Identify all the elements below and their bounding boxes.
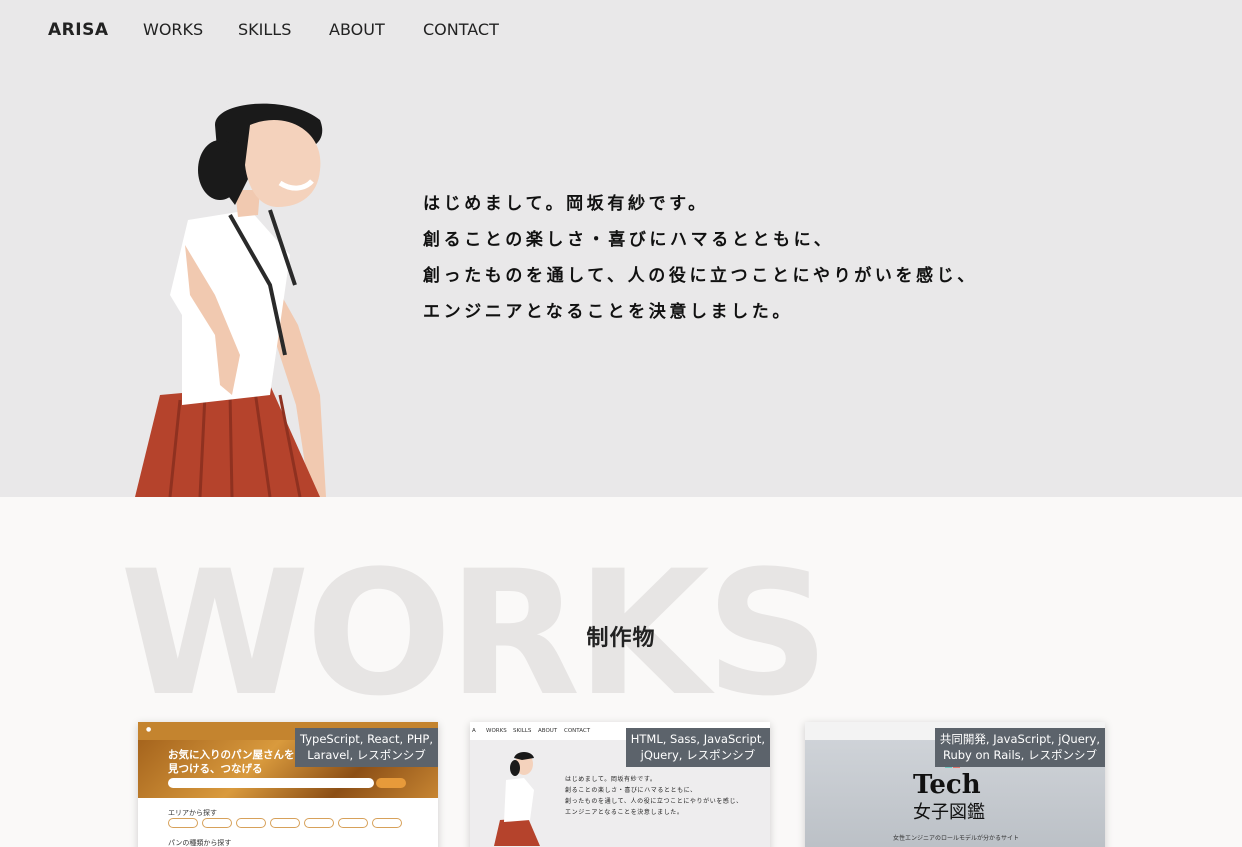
card-preview-section-area: エリアから探す bbox=[168, 809, 217, 817]
card-preview-search-button bbox=[376, 778, 406, 788]
works-title: 制作物 bbox=[586, 626, 656, 651]
work-card-bakery[interactable]: ● お気に入りのパン屋さんを 見つける、つなげる エリアから探す パンの種類から… bbox=[138, 722, 438, 847]
bread-logo-icon: ● bbox=[146, 726, 152, 733]
tech-tag-line: HTML, Sass, JavaScript, bbox=[630, 732, 765, 746]
intro-line: エンジニアとなることを決意しました。 bbox=[423, 302, 793, 322]
intro-text: はじめまして。岡坂有紗です。 創ることの楽しさ・喜びにハマるとともに、 創ったも… bbox=[423, 186, 978, 330]
profile-photo bbox=[135, 103, 326, 497]
site-header: ARISA WORKS SKILLS ABOUT CONTACT bbox=[0, 0, 1242, 60]
card-preview-area-pills bbox=[168, 818, 408, 830]
area-pill bbox=[372, 818, 402, 828]
intro-line: はじめまして。岡坂有紗です。 bbox=[423, 194, 709, 214]
card-preview-nav-item: ABOUT bbox=[538, 728, 558, 734]
card-preview-section-type: パンの種類から探す bbox=[168, 839, 232, 847]
site-logo[interactable]: ARISA bbox=[48, 20, 108, 40]
card-preview-intro-line: 創ったものを通して、人の役に立つことにやりがいを感じ、 bbox=[565, 798, 743, 805]
card-preview-headline-line: 見つける、つなげる bbox=[168, 763, 263, 775]
area-pill bbox=[270, 818, 300, 828]
card-preview-logo: Tech bbox=[913, 770, 981, 800]
nav-works-link[interactable]: WORKS bbox=[143, 20, 203, 39]
card-preview-logo-sub: 女子図鑑 bbox=[913, 802, 985, 823]
card-preview-photo bbox=[494, 752, 540, 846]
card-preview-intro-line: 創ることの楽しさ・喜びにハマるとともに、 bbox=[565, 787, 697, 794]
card-preview-intro: はじめまして。岡坂有紗です。 創ることの楽しさ・喜びにハマるとともに、 創ったも… bbox=[565, 774, 743, 818]
card-preview-search-input bbox=[168, 778, 374, 788]
card-preview-headline: お気に入りのパン屋さんを 見つける、つなげる bbox=[168, 748, 295, 776]
tech-tag-line: 共同開発, JavaScript, jQuery, bbox=[939, 732, 1100, 746]
tech-tag-line: jQuery, レスポンシブ bbox=[640, 748, 756, 762]
card-preview-intro-line: エンジニアとなることを決意しました。 bbox=[565, 809, 684, 816]
intro-line: 創ることの楽しさ・喜びにハマるとともに、 bbox=[423, 230, 835, 250]
nav-skills-link[interactable]: SKILLS bbox=[238, 20, 291, 39]
work-card-portfolio[interactable]: A WORKS SKILLS ABOUT CONTACT はじめまして。岡坂有紗… bbox=[470, 722, 770, 847]
area-pill bbox=[304, 818, 334, 828]
tech-tag-line: TypeScript, React, PHP, bbox=[300, 732, 433, 746]
area-pill bbox=[338, 818, 368, 828]
tech-tag: 共同開発, JavaScript, jQuery, Ruby on Rails,… bbox=[934, 728, 1105, 767]
card-preview-headline-line: お気に入りのパン屋さんを bbox=[168, 749, 295, 761]
tech-tag: HTML, Sass, JavaScript, jQuery, レスポンシブ bbox=[625, 728, 770, 767]
area-pill bbox=[236, 818, 266, 828]
card-preview-nav-item: WORKS bbox=[486, 728, 507, 734]
work-card-tech-joshi[interactable]: Tech 女子図鑑 女性エンジニアのロールモデルが分かるサイト 共同開発, Ja… bbox=[805, 722, 1105, 847]
card-preview-nav-item: CONTACT bbox=[564, 728, 591, 734]
tech-tag: TypeScript, React, PHP, Laravel, レスポンシブ bbox=[295, 728, 438, 767]
area-pill bbox=[168, 818, 198, 828]
nav-contact-link[interactable]: CONTACT bbox=[423, 20, 499, 39]
area-pill bbox=[202, 818, 232, 828]
nav-about-link[interactable]: ABOUT bbox=[329, 20, 385, 39]
card-preview-nav-item: A bbox=[472, 728, 476, 734]
card-preview-nav-item: SKILLS bbox=[513, 728, 532, 734]
tech-tag-line: Ruby on Rails, レスポンシブ bbox=[942, 748, 1097, 762]
card-preview-intro-line: はじめまして。岡坂有紗です。 bbox=[565, 776, 657, 783]
tech-tag-line: Laravel, レスポンシブ bbox=[307, 748, 426, 762]
card-preview-caption: 女性エンジニアのロールモデルが分かるサイト bbox=[893, 835, 1020, 842]
hero-section: はじめまして。岡坂有紗です。 創ることの楽しさ・喜びにハマるとともに、 創ったも… bbox=[0, 0, 1242, 497]
intro-line: 創ったものを通して、人の役に立つことにやりがいを感じ、 bbox=[423, 266, 978, 286]
